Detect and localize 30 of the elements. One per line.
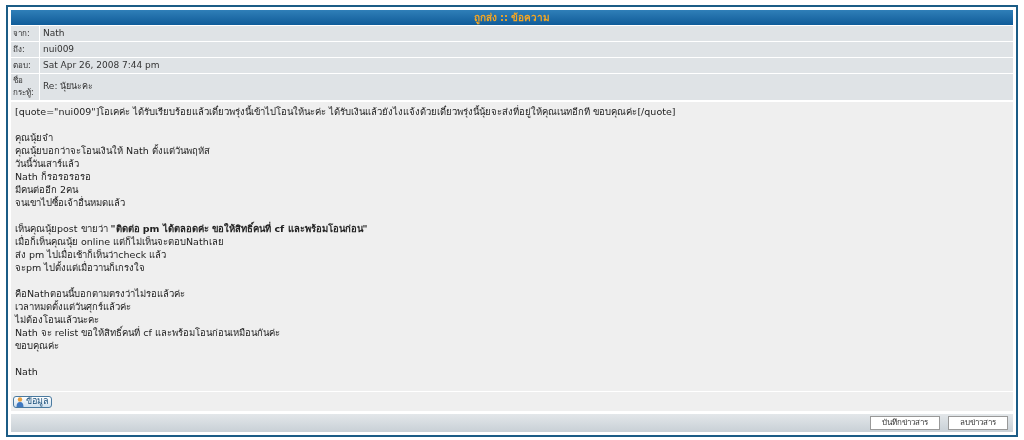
field-value: Re: นุ้ยนะคะ (43, 80, 94, 94)
field-label: ถึง: (13, 43, 25, 56)
field-value: Sat Apr 26, 2008 7:44 pm (43, 58, 160, 72)
field-value: Nath (43, 26, 65, 40)
message-line: จะpm ไปตั้งแต่เมื่อวานก็เกรงใจ (15, 261, 146, 274)
field-label: ชื่อ กระทู้: (13, 75, 35, 99)
message-line: คุณนุ้ยจ๋า (15, 131, 53, 144)
message-line: คือNathตอนนี้บอกตามตรงว่าไม่รอแล้วค่ะ (15, 287, 185, 300)
message-line: เวลาหมดตั้งแต่วันศุกร์แล้วค่ะ (15, 300, 131, 313)
message-line: คุณนุ้ยบอกว่าจะโอนเงินให้ Nath ตั้งแต่วันพฤหัส (15, 144, 210, 157)
header-title: ถูกส่ง :: ข้อความ (473, 11, 551, 25)
message-line: ไม่ต้องโอนแล้วนะคะ (15, 313, 99, 325)
save-message-button[interactable]: บันทึกข่าวสาร (870, 416, 940, 430)
message-line: ส่ง pm ไปเมื่อเช้าก็เห็นว่าcheck แล้ว (15, 248, 167, 261)
message-line: เห็นคุณนุ้ยpost ขายว่า "ติดต่อ pm ได้ตลอดค่ะ ขอให้สิทธิ์คนที่ cf และพร้อมโอนก่อน" (15, 222, 368, 235)
message-line: วันนี้วันเสาร์แล้ว (15, 157, 79, 170)
message-line: [quote="nui009"]โอเคค่ะ ได้รับเรียบร้อยแล้วเดี๋ยวพรุ่งนี้เข้าไปโอนให้นะค่ะ ได้รับเงินแล้วยังไงแจ้งด้วยเดี๋ยวพรุ่งนี้นุ้ยจะส่งที่อยู่ให้คุณเนทอีกที ขอบคุณค่ะ[/quote] (15, 105, 676, 118)
message-line: ขอบคุณค่ะ (15, 339, 59, 352)
delete-message-button[interactable]: ลบข่าวสาร (948, 416, 1008, 430)
message-line: มีคนต่ออีก 2คน (15, 183, 79, 196)
profile-button[interactable]: ข้อมูล (13, 396, 52, 408)
message-line: Nath จะ relist ขอให้สิทธิ์คนที่ cf และพร้อมโอนก่อนเหมือนกันค่ะ (15, 326, 280, 339)
message-line: Nath ก็รอรอรอรอ (15, 170, 91, 183)
field-label: ตอบ: (13, 59, 31, 72)
message-line: เมื่อก็เห็นคุณนุ้ย online แต่ก็ไม่เห็นจะตอบNathเลย (15, 235, 224, 248)
message-line: จนเขาไปซื้อเจ้าอื่นหมดแล้ว (15, 196, 125, 209)
message-line: Nath (15, 365, 38, 378)
person-icon (16, 397, 24, 407)
field-label: จาก: (13, 27, 30, 40)
field-value: nui009 (43, 42, 75, 56)
